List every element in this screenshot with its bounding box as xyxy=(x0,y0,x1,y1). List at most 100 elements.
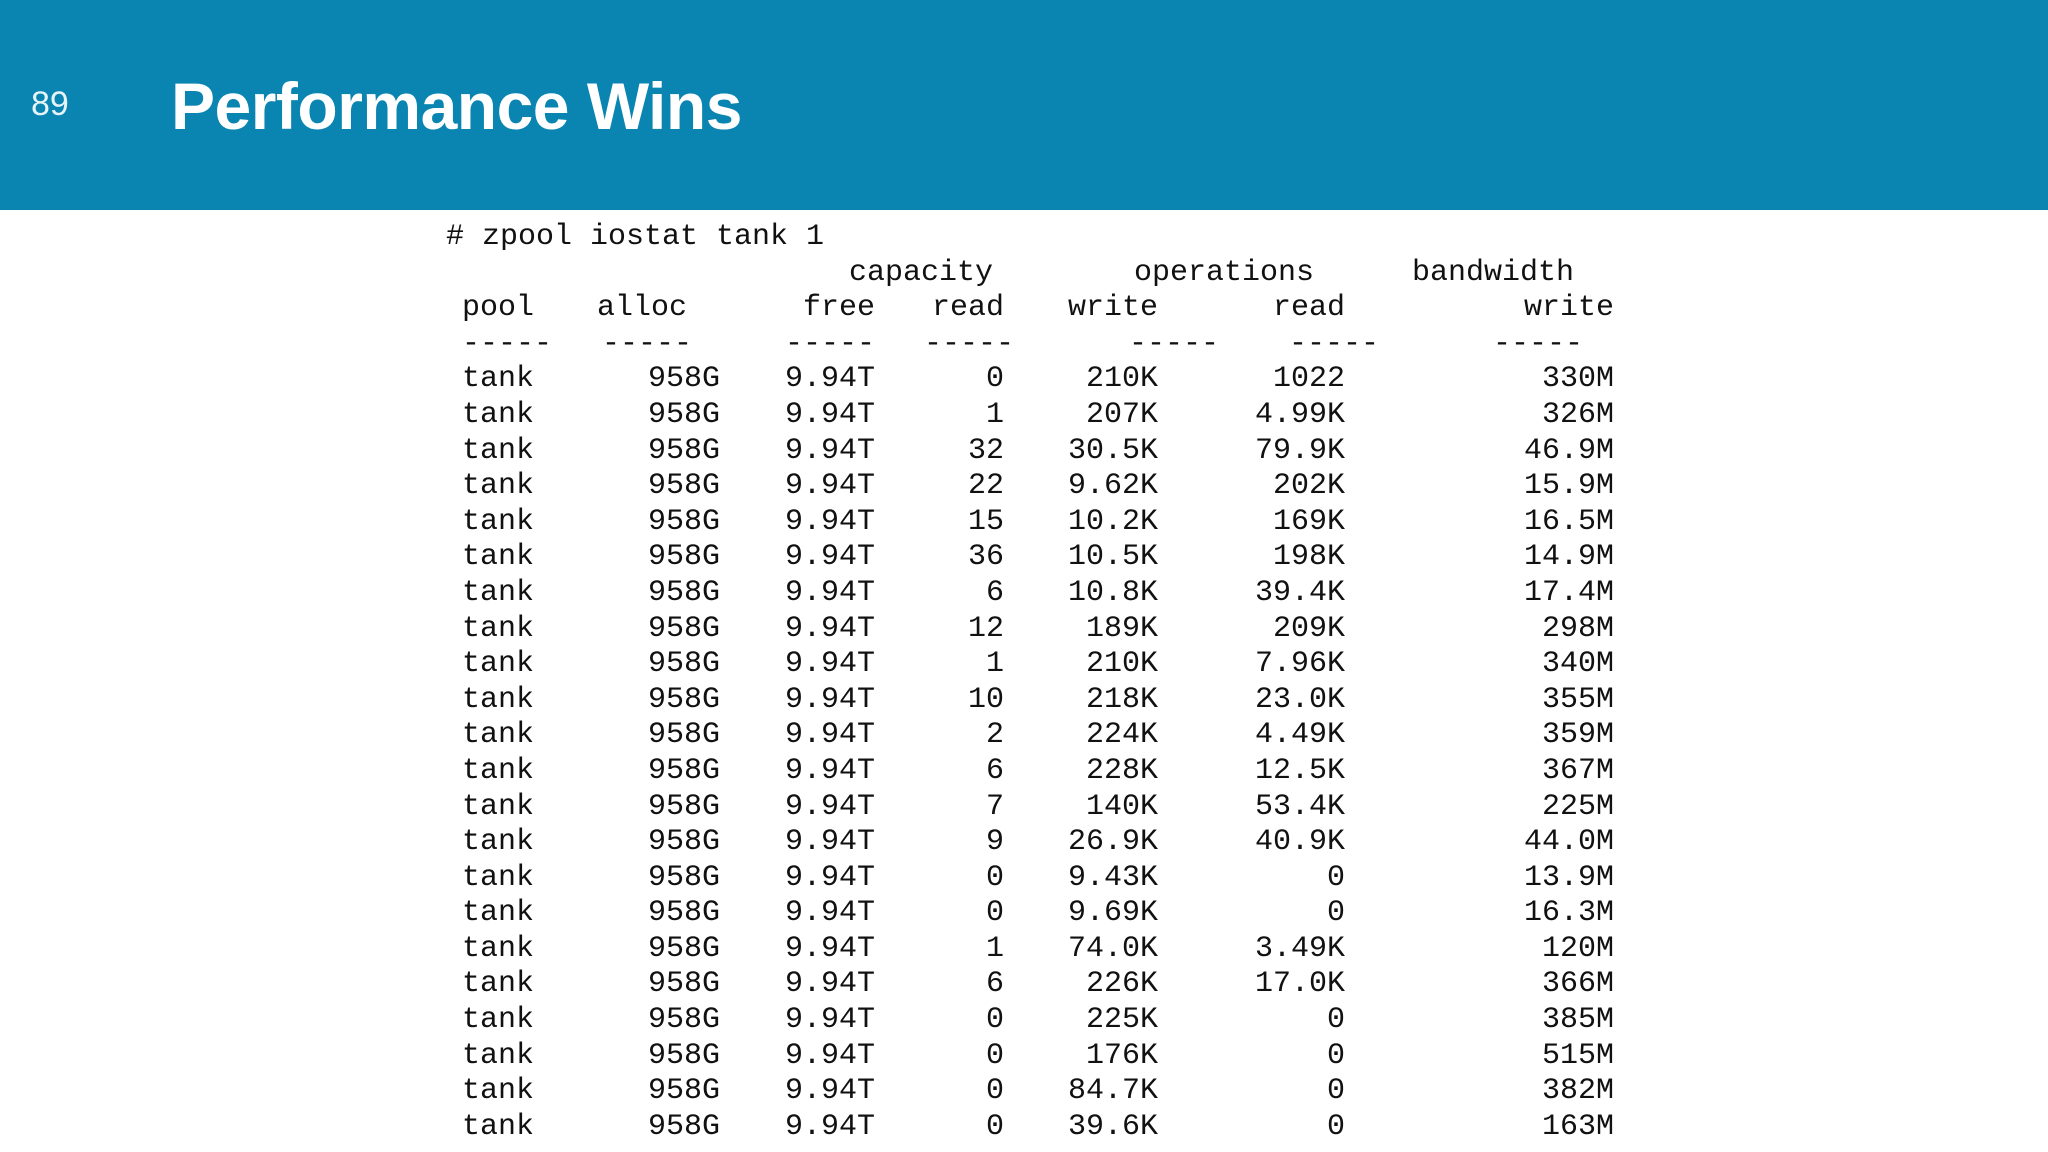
cell-free: 9.94T xyxy=(784,825,875,860)
command-line: # zpool iostat tank 1 xyxy=(440,219,1620,255)
table-row: tank 958G 9.94T 22 9.62K 202K 15.9M xyxy=(440,468,1620,504)
cell-pool: tank xyxy=(462,789,535,824)
cell-free: 9.94T xyxy=(784,611,875,646)
cell-write: 210K xyxy=(1085,647,1158,682)
cell-pool: tank xyxy=(462,718,535,753)
cell-write-2: 163M xyxy=(1541,1109,1614,1144)
cell-alloc: 958G xyxy=(647,647,720,682)
cell-write-2: 330M xyxy=(1541,362,1614,397)
cell-write: 189K xyxy=(1085,611,1158,646)
table-row: tank 958G 9.94T 0 225K 0 385M xyxy=(440,1002,1620,1038)
cell-pool: tank xyxy=(462,1074,535,1109)
cell-free: 9.94T xyxy=(784,647,875,682)
cell-write-2: 44.0M xyxy=(1523,825,1614,860)
cell-read-2: 23.0K xyxy=(1254,682,1345,717)
cell-read: 0 xyxy=(985,860,1004,895)
cell-free: 9.94T xyxy=(784,397,875,432)
cell-alloc: 958G xyxy=(647,931,720,966)
separator: ----- xyxy=(1493,326,1584,361)
group-header-row: capacity operations bandwidth xyxy=(440,255,1620,291)
cell-pool: tank xyxy=(462,1038,535,1073)
cell-pool: tank xyxy=(462,931,535,966)
cell-free: 9.94T xyxy=(784,575,875,610)
cell-write: 10.5K xyxy=(1067,540,1158,575)
cell-write: 26.9K xyxy=(1067,825,1158,860)
cell-write-2: 355M xyxy=(1541,682,1614,717)
cell-write-2: 359M xyxy=(1541,718,1614,753)
cell-write-2: 366M xyxy=(1541,967,1614,1002)
separator-row: ----- ----- ----- ----- ----- ----- ----… xyxy=(440,326,1620,362)
cell-free: 9.94T xyxy=(784,967,875,1002)
cell-pool: tank xyxy=(462,504,535,539)
cell-alloc: 958G xyxy=(647,682,720,717)
cell-write: 10.8K xyxy=(1067,575,1158,610)
cell-write: 30.5K xyxy=(1067,433,1158,468)
cell-read: 12 xyxy=(967,611,1004,646)
cell-read: 15 xyxy=(967,504,1004,539)
cell-alloc: 958G xyxy=(647,967,720,1002)
cell-pool: tank xyxy=(462,540,535,575)
cell-write: 10.2K xyxy=(1067,504,1158,539)
cell-pool: tank xyxy=(462,362,535,397)
cell-read-2: 0 xyxy=(1326,1003,1345,1038)
table-row: tank 958G 9.94T 9 26.9K 40.9K 44.0M xyxy=(440,824,1620,860)
cell-alloc: 958G xyxy=(647,504,720,539)
column-header-write-2: write xyxy=(1523,291,1614,326)
cell-write: 140K xyxy=(1085,789,1158,824)
cell-write: 225K xyxy=(1085,1003,1158,1038)
command-text: # zpool iostat tank 1 xyxy=(446,220,825,254)
cell-alloc: 958G xyxy=(647,540,720,575)
separator: ----- xyxy=(1289,326,1380,361)
cell-read-2: 4.49K xyxy=(1254,718,1345,753)
table-row: tank 958G 9.94T 1 210K 7.96K 340M xyxy=(440,646,1620,682)
group-header-operations: operations xyxy=(1134,255,1315,290)
cell-write-2: 326M xyxy=(1541,397,1614,432)
cell-read-2: 169K xyxy=(1272,504,1345,539)
cell-write-2: 46.9M xyxy=(1523,433,1614,468)
cell-read-2: 17.0K xyxy=(1254,967,1345,1002)
cell-read: 1 xyxy=(985,647,1004,682)
cell-write: 176K xyxy=(1085,1038,1158,1073)
cell-write-2: 298M xyxy=(1541,611,1614,646)
terminal-output: # zpool iostat tank 1 capacity operation… xyxy=(440,219,1620,1144)
cell-read: 6 xyxy=(985,967,1004,1002)
cell-free: 9.94T xyxy=(784,753,875,788)
table-row: tank 958G 9.94T 0 9.43K 0 13.9M xyxy=(440,860,1620,896)
column-header-read: read xyxy=(931,291,1004,326)
cell-alloc: 958G xyxy=(647,896,720,931)
cell-alloc: 958G xyxy=(647,1003,720,1038)
cell-write: 207K xyxy=(1085,397,1158,432)
cell-write: 9.62K xyxy=(1067,469,1158,504)
cell-pool: tank xyxy=(462,825,535,860)
cell-free: 9.94T xyxy=(784,1074,875,1109)
cell-write-2: 367M xyxy=(1541,753,1614,788)
cell-read-2: 53.4K xyxy=(1254,789,1345,824)
cell-pool: tank xyxy=(462,611,535,646)
cell-read: 0 xyxy=(985,1109,1004,1144)
cell-pool: tank xyxy=(462,753,535,788)
cell-read-2: 3.49K xyxy=(1254,931,1345,966)
column-header-alloc: alloc xyxy=(597,291,688,326)
group-header-bandwidth: bandwidth xyxy=(1412,255,1575,290)
cell-write-2: 13.9M xyxy=(1523,860,1614,895)
cell-write: 218K xyxy=(1085,682,1158,717)
cell-free: 9.94T xyxy=(784,362,875,397)
table-row: tank 958G 9.94T 12 189K 209K 298M xyxy=(440,611,1620,647)
table-row: tank 958G 9.94T 6 226K 17.0K 366M xyxy=(440,966,1620,1002)
cell-alloc: 958G xyxy=(647,753,720,788)
cell-write-2: 16.3M xyxy=(1523,896,1614,931)
cell-read: 10 xyxy=(967,682,1004,717)
cell-alloc: 958G xyxy=(647,362,720,397)
cell-read-2: 202K xyxy=(1272,469,1345,504)
cell-write: 84.7K xyxy=(1067,1074,1158,1109)
column-header-write: write xyxy=(1067,291,1158,326)
cell-free: 9.94T xyxy=(784,789,875,824)
cell-read-2: 198K xyxy=(1272,540,1345,575)
cell-read-2: 0 xyxy=(1326,1109,1345,1144)
cell-free: 9.94T xyxy=(784,896,875,931)
cell-alloc: 958G xyxy=(647,1074,720,1109)
cell-write-2: 382M xyxy=(1541,1074,1614,1109)
cell-read-2: 40.9K xyxy=(1254,825,1345,860)
cell-read: 0 xyxy=(985,1074,1004,1109)
table-row: tank 958G 9.94T 32 30.5K 79.9K 46.9M xyxy=(440,433,1620,469)
